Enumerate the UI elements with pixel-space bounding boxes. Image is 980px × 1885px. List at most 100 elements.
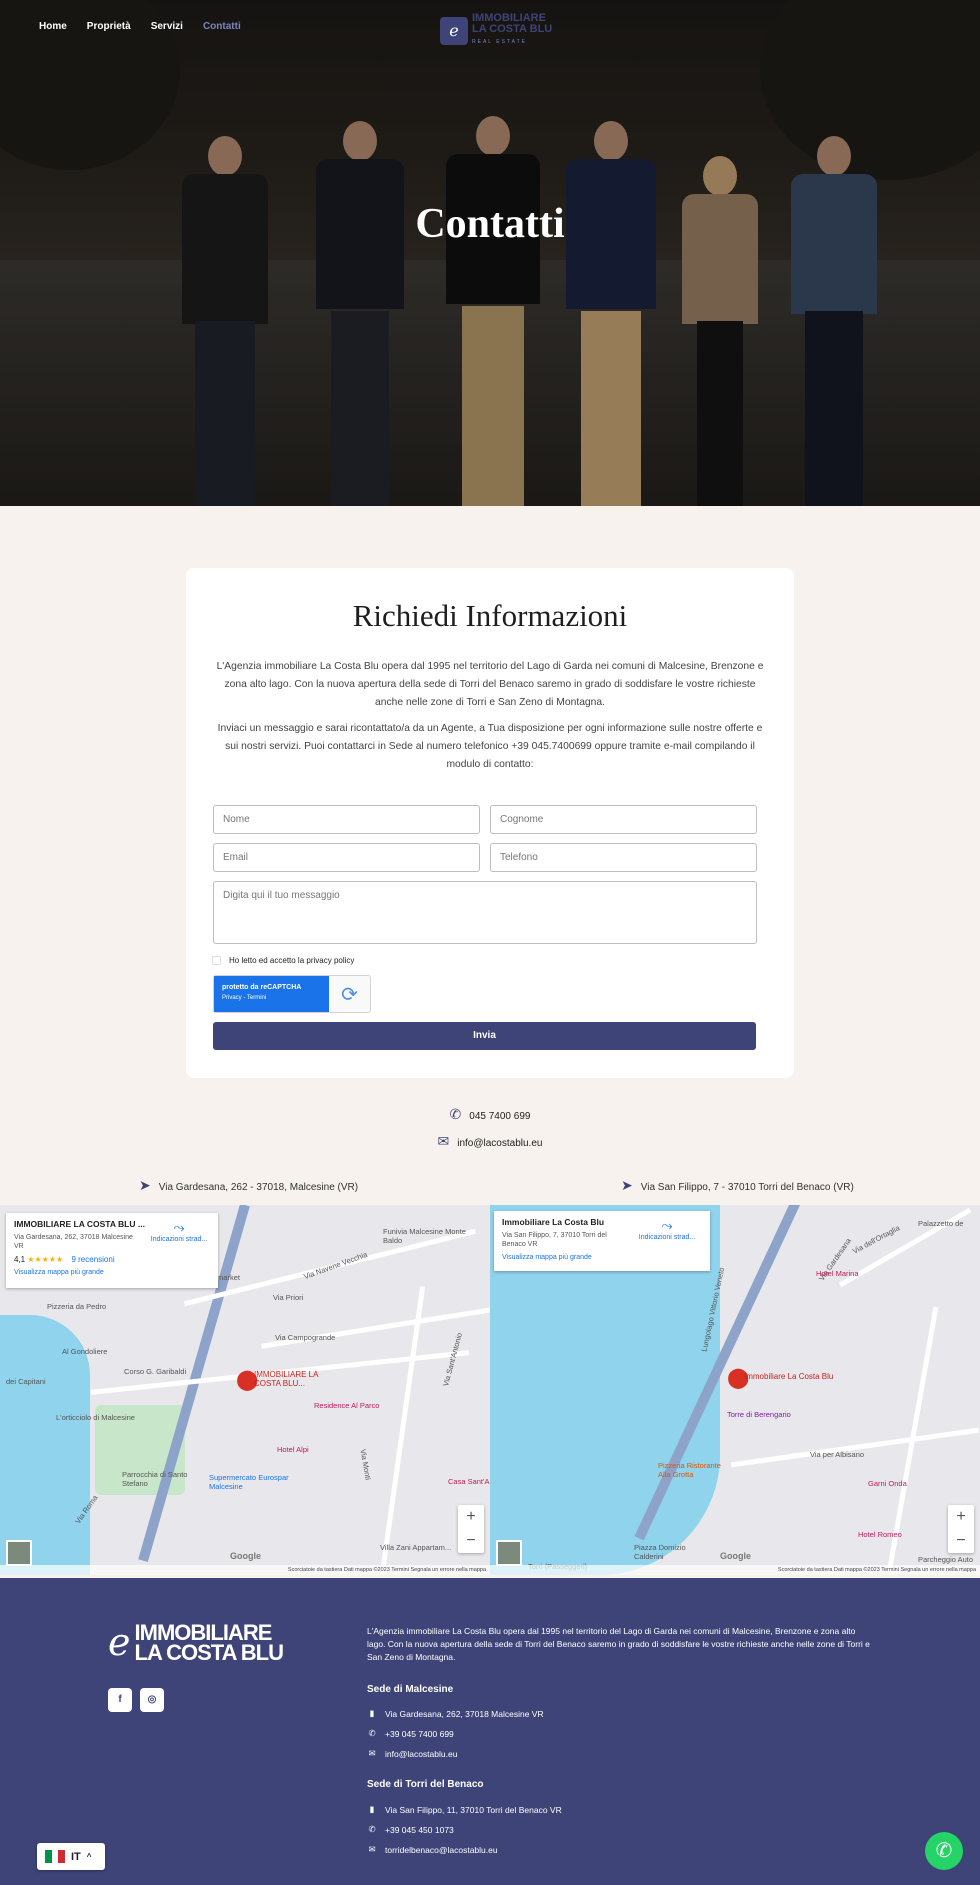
map-poi[interactable]: Residence Al Parco [314,1401,379,1410]
recaptcha-icon: ⟳ [341,983,358,1006]
map-zoom-controls[interactable]: + − [948,1505,974,1553]
address-malcesine: ➤ Via Gardesana, 262 - 37018, Malcesine (… [139,1177,358,1194]
map-directions-label: Indicazioni strad... [638,1234,696,1241]
map-poi[interactable]: Hotel Romeo [858,1530,902,1539]
footer-sede-torri-title: Sede di Torri del Benaco [367,1779,484,1790]
map-bigger-link[interactable]: Visualizza mappa più grande [502,1254,702,1261]
intro-paragraph: L'Agenzia immobiliare La Costa Blu opera… [216,661,764,708]
zoom-in-icon[interactable]: + [948,1505,974,1529]
map-poi[interactable]: Parrocchia di Santo Stefano [122,1470,192,1488]
map-poi[interactable]: Villa Zani Appartam... [380,1543,451,1552]
language-code: IT [71,1850,81,1863]
map-directions-button[interactable]: ⤳ Indicazioni strad... [146,1219,212,1243]
map-poi[interactable]: Al Gondoliere [62,1347,107,1356]
footer-address-text: Via Gardesana, 262, 37018 Malcesine VR [385,1708,544,1719]
google-logo: Google [230,1551,261,1561]
map-place-address: Via Gardesana, 262, 37018 Malcesine VR [14,1234,133,1250]
map-poi[interactable]: Parcheggio Auto [918,1555,973,1564]
map-poi[interactable]: Supermercato Eurospar Malcesine [209,1473,299,1491]
nav-properties[interactable]: Proprietà [87,21,131,32]
recaptcha-badge[interactable]: protetto da reCAPTCHA Privacy - Termini … [213,975,371,1013]
map-torri[interactable]: ⬤ Immobiliare La Costa Blu Hotel Marina … [490,1205,980,1575]
footer-email-text: info@lacostablu.eu [385,1748,458,1759]
phone-input[interactable]: Telefono [490,843,757,872]
address-torri-text: Via San Filippo, 7 - 37010 Torri del Ben… [640,1182,854,1193]
directions-icon: ⤳ [661,1217,673,1233]
zoom-out-icon[interactable]: − [948,1529,974,1553]
location-arrow-icon: ➤ [139,1177,151,1193]
site-logo[interactable]: ℯ IMMOBILIARE LA COSTA BLU REAL ESTATE [440,13,552,48]
map-bigger-link[interactable]: Visualizza mappa più grande [14,1269,210,1276]
phone-icon: ✆ [368,1728,376,1738]
map-directions-button[interactable]: ⤳ Indicazioni strad... [634,1217,700,1241]
map-attribution[interactable]: Scorciatoie da tastiera Dati mappa ©2023… [0,1565,490,1575]
map-poi: Corso G. Garibaldi [124,1367,187,1376]
recaptcha-links[interactable]: Privacy - Termini [222,993,321,1004]
footer-phone-text: +39 045 450 1073 [385,1824,454,1835]
footer-sede-malcesine-title: Sede di Malcesine [367,1684,454,1695]
map-poi[interactable]: L'orticciolo di Malcesine [56,1413,135,1422]
instructions-paragraph: Inviaci un messaggio e sarai ricontattat… [217,723,763,770]
nav-services[interactable]: Servizi [151,21,183,32]
logo-line-2: LA COSTA BLU [472,23,553,35]
form-title: Richiedi Informazioni [352,598,628,633]
map-poi[interactable]: Piazza Domizio Calderini [634,1543,694,1561]
map-satellite-toggle[interactable] [496,1540,522,1566]
message-textarea[interactable]: Digita qui il tuo messaggio [213,881,757,944]
facebook-icon[interactable]: f [108,1688,132,1712]
hero-banner: Home Proprietà Servizi Contatti ℯ IMMOBI… [0,0,980,506]
footer-logo[interactable]: ℯ IMMOBILIARE LA COSTA BLU [108,1622,284,1665]
map-pin-label: Immobiliare La Costa Blu [744,1372,834,1381]
footer-address-text: Via San Filippo, 11, 37010 Torri del Ben… [385,1804,562,1815]
map-road [730,1427,980,1468]
map-info-card: Immobiliare La Costa Blu Via San Filippo… [494,1211,710,1271]
map-poi[interactable]: Pizzeria da Pedro [47,1302,106,1311]
italy-flag-icon [45,1850,66,1863]
rating-stars-icon: ★★★★★ [27,1255,64,1264]
footer-phone[interactable]: ✆ +39 045 7400 699 [367,1728,454,1739]
privacy-checkbox[interactable] [212,956,221,965]
map-satellite-toggle[interactable] [6,1540,32,1566]
footer-email-text: torridelbenaco@lacostablu.eu [385,1844,498,1855]
nav-home[interactable]: Home [39,21,67,32]
instagram-icon[interactable]: ◎ [140,1688,164,1712]
map-poi[interactable]: Torre di Berengario [727,1410,791,1419]
map-poi[interactable]: Funivia Malcesine Monte Baldo [383,1227,473,1245]
submit-button[interactable]: Invia [213,1022,756,1050]
map-poi[interactable]: Casa Sant'A [448,1477,489,1486]
map-poi[interactable]: Hotel Alpi [277,1445,309,1454]
map-poi[interactable]: Palazzetto de [918,1219,963,1228]
footer-phone[interactable]: ✆ +39 045 450 1073 [367,1824,454,1835]
whatsapp-button[interactable]: ✆ [925,1832,963,1870]
map-road [379,1286,426,1574]
phone-icon: ✆ [368,1824,376,1834]
footer-email[interactable]: ✉ info@lacostablu.eu [367,1748,457,1759]
email-contact[interactable]: ✉ info@lacostablu.eu [0,1133,980,1150]
footer-logo-line-2: LA COSTA BLU [134,1640,284,1665]
privacy-consent[interactable]: Ho letto ed accetto la privacy policy [212,956,354,965]
language-switcher[interactable]: IT ^ [37,1843,105,1870]
map-zoom-controls[interactable]: + − [458,1505,484,1553]
main-nav: Home Proprietà Servizi Contatti [39,21,241,32]
email-input[interactable]: Email [213,843,480,872]
email-address: info@lacostablu.eu [457,1138,543,1149]
surname-input[interactable]: Cognome [490,805,757,834]
map-reviews-link[interactable]: 9 recensioni [71,1255,114,1264]
map-attribution[interactable]: Scorciatoie da tastiera Dati mappa ©2023… [490,1565,980,1575]
envelope-icon: ✉ [368,1748,376,1758]
name-input[interactable]: Nome [213,805,480,834]
footer-address: ▮ Via San Filippo, 11, 37010 Torri del Be… [367,1804,562,1815]
footer-phone-text: +39 045 7400 699 [385,1728,454,1739]
map-malcesine[interactable]: ⬤ IMMOBILIARE LA COSTA BLU... Pizzeria d… [0,1205,490,1575]
zoom-in-icon[interactable]: + [458,1505,484,1529]
chevron-up-icon: ^ [86,1852,92,1861]
map-poi[interactable]: Garni Onda [868,1479,907,1488]
map-poi[interactable]: Pizzeria Ristorante Alla Grotta [658,1461,728,1479]
map-pin-label: IMMOBILIARE LA COSTA BLU... [254,1370,319,1388]
building-icon: ▮ [369,1708,375,1718]
footer-email[interactable]: ✉ torridelbenaco@lacostablu.eu [367,1844,498,1855]
zoom-out-icon[interactable]: − [458,1529,484,1553]
nav-contacts[interactable]: Contatti [203,21,241,32]
google-logo: Google [720,1551,751,1561]
phone-contact[interactable]: ✆ 045 7400 699 [0,1106,980,1123]
